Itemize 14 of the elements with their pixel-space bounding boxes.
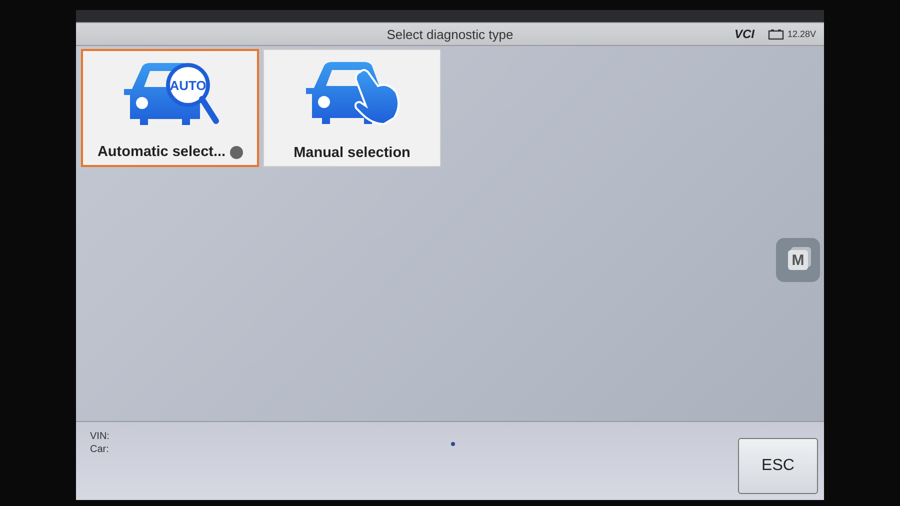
floating-m-button[interactable]: M — [776, 238, 820, 282]
diagnostic-type-tile[interactable]: Manual selection — [263, 49, 441, 167]
car-label: Car: — [90, 444, 110, 455]
vin-label: VIN: — [90, 431, 110, 442]
vci-status: VCI — [734, 27, 754, 41]
tile-label: Manual selection — [294, 145, 410, 161]
screen-title: Select diagnostic type — [386, 26, 514, 42]
page-indicator-dot — [451, 442, 455, 446]
battery-icon — [768, 28, 784, 40]
tile-label: Automatic select... — [97, 144, 226, 160]
esc-button[interactable]: ESC — [738, 438, 818, 494]
voltage-reading: 12.28V — [787, 29, 816, 39]
info-icon[interactable] — [230, 146, 243, 158]
diagnostic-type-tile[interactable]: AUTO Automatic select... — [81, 49, 259, 167]
